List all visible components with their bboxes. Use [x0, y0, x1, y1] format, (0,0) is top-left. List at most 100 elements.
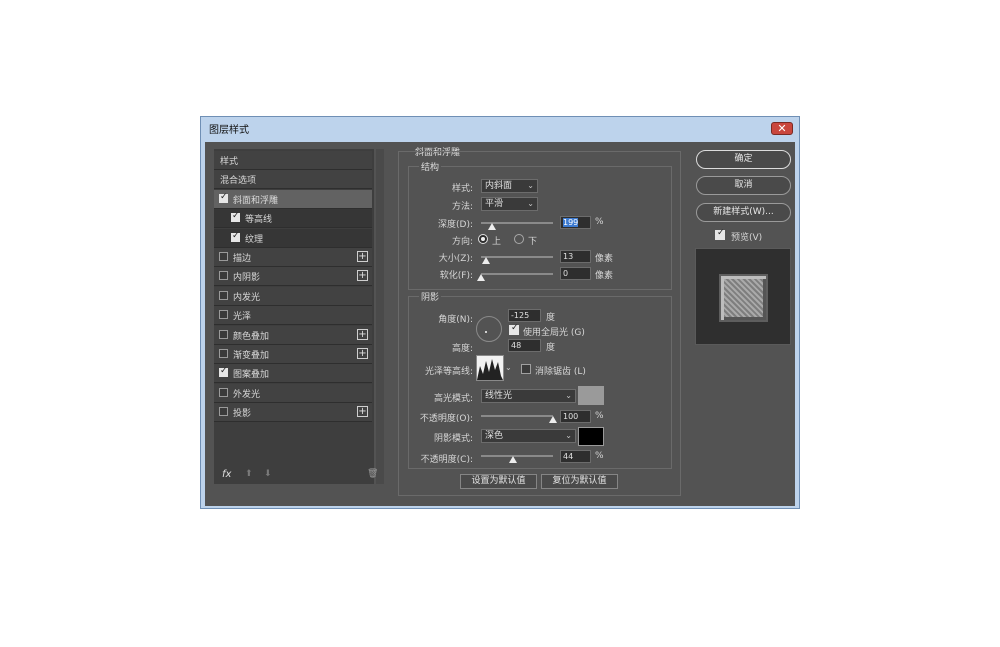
gloss-contour-label: 光泽等高线: [424, 367, 473, 377]
direction-down-radio[interactable] [514, 234, 524, 244]
style-checkbox[interactable] [219, 349, 228, 358]
shadow-mode-select[interactable]: 深色 ⌄ [481, 429, 576, 443]
style-list-item[interactable]: 颜色叠加 + [214, 326, 372, 345]
shadow-opacity-track[interactable] [481, 455, 553, 457]
highlight-mode-value: 线性光 [485, 391, 513, 401]
style-checkbox[interactable] [231, 231, 240, 242]
soften-label: 软化(F): [439, 271, 473, 281]
depth-input[interactable]: 199 [560, 216, 591, 229]
size-label: 大小(Z): [438, 254, 473, 264]
angle-dial[interactable] [476, 316, 502, 342]
style-checkbox[interactable] [219, 252, 228, 261]
preview-checkbox[interactable] [715, 228, 725, 240]
soften-unit: 像素 [595, 271, 614, 281]
shadow-opacity-input[interactable]: 44 [560, 450, 591, 463]
style-list-item[interactable]: 外发光 [214, 384, 372, 403]
move-up-icon[interactable]: ⬆ [245, 469, 253, 479]
size-unit: 像素 [595, 254, 614, 264]
highlight-opacity-thumb[interactable] [549, 416, 557, 423]
style-list-item[interactable]: 斜面和浮雕 [214, 190, 372, 209]
soften-slider-track[interactable] [481, 273, 553, 275]
style-checkbox[interactable] [219, 291, 228, 300]
add-effect-icon[interactable]: + [357, 329, 368, 340]
shadow-opacity-label: 不透明度(C): [420, 455, 473, 465]
style-checkbox[interactable] [219, 388, 228, 397]
style-checkbox[interactable] [219, 330, 228, 339]
style-select[interactable]: 内斜面 ⌄ [481, 179, 538, 193]
chevron-down-icon: ⌄ [527, 199, 534, 208]
style-checkbox[interactable] [219, 407, 228, 416]
size-slider-track[interactable] [481, 256, 553, 258]
style-checkbox[interactable] [219, 366, 228, 377]
size-input[interactable]: 13 [560, 250, 591, 263]
depth-label: 深度(D): [438, 220, 473, 230]
antialias-checkbox[interactable] [521, 364, 531, 374]
style-list-item-label: 纹理 [245, 235, 264, 245]
chevron-down-icon: ⌄ [565, 391, 572, 400]
style-list-item-label: 内发光 [233, 293, 261, 303]
style-checkbox[interactable] [219, 310, 228, 319]
style-list-item[interactable]: 纹理 [214, 229, 372, 248]
soften-slider-thumb[interactable] [477, 274, 485, 281]
styles-list-scrollbar[interactable] [376, 149, 384, 484]
highlight-opacity-track[interactable] [481, 415, 553, 417]
style-list-item[interactable]: 混合选项 [214, 170, 372, 189]
trash-icon[interactable]: 🗑 [367, 469, 378, 479]
add-effect-icon[interactable]: + [357, 270, 368, 281]
style-list-item[interactable]: 内阴影 + [214, 267, 372, 286]
style-list-item[interactable]: 图案叠加 [214, 364, 372, 383]
altitude-input[interactable]: 48 [508, 339, 541, 352]
move-down-icon[interactable]: ⬇ [264, 469, 272, 479]
highlight-color-swatch[interactable] [578, 386, 604, 405]
contour-dropdown-icon[interactable]: ⌄ [505, 363, 512, 372]
cancel-button[interactable]: 取消 [696, 176, 791, 195]
shadow-color-swatch[interactable] [578, 427, 604, 446]
add-effect-icon[interactable]: + [357, 348, 368, 359]
highlight-mode-select[interactable]: 线性光 ⌄ [481, 389, 576, 403]
style-list-item-label: 内阴影 [233, 273, 261, 283]
style-list-item[interactable]: 投影 + [214, 403, 372, 422]
style-list-item[interactable]: 描边 + [214, 248, 372, 267]
style-list-item-label: 光泽 [233, 312, 252, 322]
gloss-contour-preview[interactable] [476, 355, 504, 381]
fx-button[interactable]: fx [222, 469, 231, 480]
style-list-item[interactable]: 内发光 [214, 287, 372, 306]
make-default-button[interactable]: 设置为默认值 [460, 474, 537, 489]
style-select-value: 内斜面 [485, 181, 513, 191]
depth-slider-thumb[interactable] [487, 223, 496, 230]
soften-value: 0 [563, 269, 569, 278]
reset-default-button[interactable]: 复位为默认值 [541, 474, 618, 489]
style-list-item-label: 外发光 [233, 390, 261, 400]
depth-value: 199 [563, 218, 579, 227]
highlight-opacity-input[interactable]: 100 [560, 410, 591, 423]
ok-button[interactable]: 确定 [696, 150, 791, 169]
structure-title: 结构 [419, 160, 442, 173]
add-effect-icon[interactable]: + [357, 406, 368, 417]
style-list-item[interactable]: 渐变叠加 + [214, 345, 372, 364]
close-button[interactable]: ✕ [771, 122, 793, 135]
direction-up-radio[interactable] [478, 234, 488, 244]
close-icon: ✕ [777, 122, 787, 135]
style-list-item[interactable]: 光泽 [214, 306, 372, 325]
angle-input[interactable]: -125 [508, 309, 541, 322]
style-list-item[interactable]: 样式 [214, 151, 372, 170]
highlight-opacity-label: 不透明度(O): [419, 414, 473, 424]
style-list-item-label: 样式 [220, 157, 239, 167]
style-checkbox[interactable] [231, 211, 240, 222]
depth-unit: % [595, 217, 604, 227]
size-slider-thumb[interactable] [482, 257, 491, 264]
shading-title: 阴影 [419, 290, 442, 303]
styles-list: 样式混合选项斜面和浮雕等高线纹理描边 + 内阴影 + 内发光光泽颜色叠加 + 渐变叠加 + 图案… [214, 149, 374, 484]
technique-select[interactable]: 平滑 ⌄ [481, 197, 538, 211]
style-list-item[interactable]: 等高线 [214, 209, 372, 228]
soften-input[interactable]: 0 [560, 267, 591, 280]
style-checkbox[interactable] [219, 271, 228, 280]
shadow-opacity-thumb[interactable] [508, 456, 517, 463]
technique-label: 方法: [451, 202, 473, 212]
angle-dial-dot [485, 331, 487, 333]
style-checkbox[interactable] [219, 192, 228, 203]
title-bar[interactable]: 图层样式 ✕ [201, 117, 799, 139]
new-style-button[interactable]: 新建样式(W)... [696, 203, 791, 222]
add-effect-icon[interactable]: + [357, 251, 368, 262]
global-light-checkbox[interactable] [509, 323, 519, 335]
